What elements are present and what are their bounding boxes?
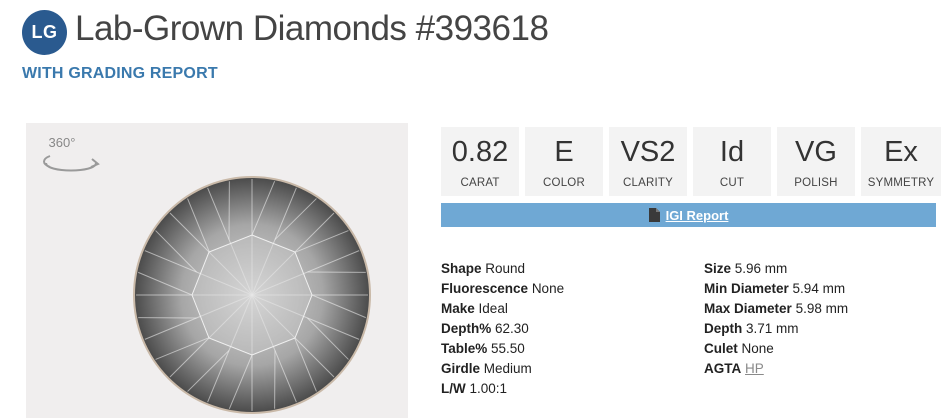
detail-value: None [531, 281, 565, 296]
spec-color: E COLOR [525, 127, 603, 196]
detail-value: None [741, 341, 774, 356]
detail-value: Medium [483, 361, 532, 376]
detail-label: AGTA [704, 361, 742, 376]
detail-value: 5.94 mm [792, 281, 846, 296]
spec-value: E [554, 136, 574, 168]
detail-label: Make [441, 301, 475, 316]
detail-size: Size 5.96 mm [704, 259, 848, 279]
detail-make: Make Ideal [441, 299, 564, 319]
detail-label: Max Diameter [704, 301, 792, 316]
spec-value: Ex [884, 136, 918, 168]
spec-value: VS2 [620, 136, 676, 168]
spec-value: Id [719, 136, 745, 168]
rotate-360-label: 360° [48, 135, 76, 150]
spec-label: CARAT [460, 177, 500, 189]
spec-label: CUT [719, 177, 745, 189]
detail-value: 5.98 mm [795, 301, 849, 316]
detail-label: L/W [441, 381, 466, 396]
spec-symmetry: Ex SYMMETRY [861, 127, 941, 196]
detail-label: Fluorescence [441, 281, 529, 296]
spec-value: 0.82 [451, 136, 509, 168]
detail-value: 5.96 mm [734, 261, 788, 276]
page-title: Lab-Grown Diamonds #393618 [75, 9, 549, 48]
spec-label: CLARITY [623, 177, 673, 189]
detail-label: Girdle [441, 361, 481, 376]
detail-table-percent: Table% 55.50 [441, 339, 564, 359]
detail-label: Depth [704, 321, 743, 336]
page-subtitle: WITH GRADING REPORT [22, 65, 218, 82]
detail-label: Depth% [441, 321, 492, 336]
spec-summary: 0.82 CARAT E COLOR VS2 CLARITY Id CUT VG… [441, 127, 941, 196]
detail-value: 1.00:1 [469, 381, 508, 396]
detail-lw-ratio: L/W 1.00:1 [441, 379, 564, 399]
document-icon [648, 208, 660, 222]
detail-value: Round [485, 261, 526, 276]
detail-label: Min Diameter [704, 281, 789, 296]
igi-report-bar[interactable]: IGI Report [441, 203, 936, 227]
logo-text: LG [31, 22, 58, 42]
detail-label: Shape [441, 261, 482, 276]
diamond-viewer[interactable]: 360° [26, 123, 408, 418]
detail-max-diameter: Max Diameter 5.98 mm [704, 299, 848, 319]
spec-carat: 0.82 CARAT [441, 127, 519, 196]
details-left-column: Shape Round Fluorescence None Make Ideal… [441, 259, 564, 399]
spec-clarity: VS2 CLARITY [609, 127, 687, 196]
details-right-column: Size 5.96 mm Min Diameter 5.94 mm Max Di… [704, 259, 848, 379]
detail-min-diameter: Min Diameter 5.94 mm [704, 279, 848, 299]
lg-logo: LG [22, 10, 67, 55]
spec-cut: Id CUT [693, 127, 771, 196]
agta-hp-link[interactable]: HP [745, 361, 764, 376]
detail-agta: AGTA HP [704, 359, 848, 379]
spec-polish: VG POLISH [777, 127, 855, 196]
detail-value: 3.71 mm [746, 321, 799, 336]
detail-label: Size [704, 261, 732, 276]
detail-depth-percent: Depth% 62.30 [441, 319, 564, 339]
spec-label: POLISH [794, 177, 838, 189]
detail-value: 55.50 [491, 341, 525, 356]
igi-report-link[interactable]: IGI Report [666, 208, 729, 223]
detail-label: Table% [441, 341, 488, 356]
detail-fluorescence: Fluorescence None [441, 279, 564, 299]
spec-label: SYMMETRY [867, 177, 935, 189]
detail-label: Culet [704, 341, 738, 356]
detail-depth: Depth 3.71 mm [704, 319, 848, 339]
spec-label: COLOR [543, 177, 585, 189]
detail-value: 62.30 [495, 321, 529, 336]
detail-girdle: Girdle Medium [441, 359, 564, 379]
detail-value: Ideal [478, 301, 508, 316]
spec-value: VG [795, 136, 837, 168]
detail-shape: Shape Round [441, 259, 564, 279]
detail-culet: Culet None [704, 339, 848, 359]
